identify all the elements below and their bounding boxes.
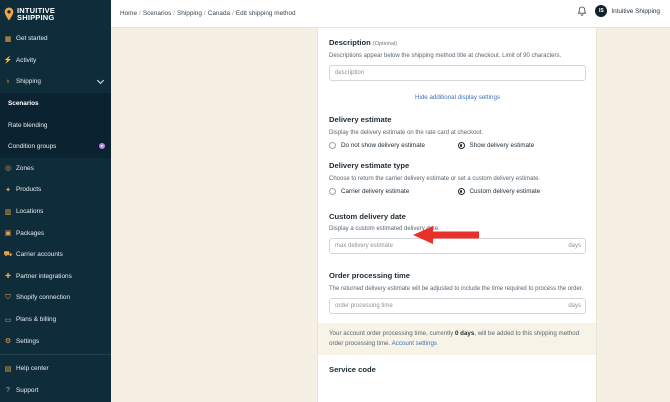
- user-name[interactable]: Intuitive Shipping: [611, 8, 660, 15]
- radio-selected-icon: [457, 142, 465, 149]
- radio-carrier-estimate[interactable]: Carrier delivery estimate: [329, 188, 458, 195]
- sidebar-item-rate-blending[interactable]: Rate blending: [0, 114, 111, 136]
- book-icon: ▤: [4, 365, 12, 373]
- dashboard-icon: ▦: [4, 35, 12, 43]
- sidebar-item-settings[interactable]: ⚙ Settings: [0, 330, 111, 352]
- building-icon: ▥: [4, 208, 12, 216]
- description-heading: Description (Optional): [329, 38, 398, 47]
- shopify-icon: ⛉: [5, 293, 11, 301]
- sidebar-item-packages[interactable]: ▣ Packages: [0, 222, 111, 244]
- annotation-arrow-icon: [413, 226, 479, 244]
- service-code-heading: Service code: [329, 365, 376, 374]
- avatar[interactable]: IS: [595, 5, 608, 17]
- days-suffix: days: [568, 303, 581, 309]
- sidebar-item-condition-groups[interactable]: Condition groups ●: [0, 135, 111, 158]
- sidebar-item-plans-billing[interactable]: ▭ Plans & billing: [0, 309, 111, 331]
- bell-icon[interactable]: [577, 6, 587, 16]
- logo-pin-icon: [4, 7, 14, 21]
- gift-icon: ✦: [5, 186, 11, 194]
- delivery-estimate-type-heading: Delivery estimate type: [329, 161, 410, 170]
- globe-icon: ◎: [4, 165, 12, 173]
- delivery-estimate-type-help: Choose to return the carrier delivery es…: [329, 176, 541, 182]
- account-settings-link[interactable]: Account settings: [392, 340, 437, 347]
- logo-text: INTUITIVE SHIPPING: [17, 5, 56, 22]
- description-help: Descriptions appear below the shipping m…: [329, 53, 562, 59]
- sidebar-item-partner-integrations[interactable]: ✚ Partner integrations: [0, 266, 111, 288]
- breadcrumb-home[interactable]: Home: [120, 10, 137, 17]
- top-right-controls: IS Intuitive Shipping: [577, 5, 660, 17]
- order-processing-time-input[interactable]: order processing time days: [329, 298, 586, 314]
- sidebar: INTUITIVE SHIPPING ▦ Get started ⚡ Activ…: [0, 0, 111, 402]
- breadcrumb-shipping[interactable]: Shipping: [177, 10, 202, 17]
- sidebar-bottom-nav: ▤ Help center ? Support: [0, 358, 111, 401]
- sidebar-item-activity[interactable]: ⚡ Activity: [0, 50, 111, 72]
- custom-delivery-date-heading: Custom delivery date: [329, 212, 406, 221]
- sidebar-item-shipping[interactable]: ♁ Shipping: [0, 71, 111, 93]
- delivery-estimate-heading: Delivery estimate: [329, 115, 392, 124]
- sidebar-item-get-started[interactable]: ▦ Get started: [0, 28, 111, 50]
- radio-circle-icon: [329, 188, 336, 195]
- radio-custom-estimate[interactable]: Custom delivery estimate: [457, 188, 587, 195]
- sidebar-item-carrier-accounts[interactable]: ⛟ Carrier accounts: [0, 244, 111, 266]
- order-processing-time-heading: Order processing time: [329, 271, 411, 280]
- sidebar-item-support[interactable]: ? Support: [0, 380, 111, 402]
- days-suffix: days: [568, 243, 581, 249]
- hide-display-settings-link[interactable]: Hide additional display settings: [329, 94, 586, 101]
- sidebar-item-help-center[interactable]: ▤ Help center: [0, 358, 111, 380]
- sidebar-divider: [0, 354, 111, 355]
- sidebar-item-scenarios[interactable]: Scenarios: [0, 92, 111, 115]
- sidebar-item-zones[interactable]: ◎ Zones: [0, 158, 111, 180]
- breadcrumb-current: Edit shipping method: [235, 10, 296, 17]
- breadcrumb-canada[interactable]: Canada: [208, 10, 230, 17]
- sidebar-item-locations[interactable]: ▥ Locations: [0, 201, 111, 223]
- truck-icon: ⛟: [3, 251, 13, 259]
- order-processing-time-help: The returned delivery estimate will be a…: [329, 286, 584, 292]
- new-badge-icon: ●: [99, 142, 105, 149]
- logo[interactable]: INTUITIVE SHIPPING: [0, 0, 111, 28]
- delivery-estimate-type-options: Carrier delivery estimate Custom deliver…: [329, 188, 586, 195]
- breadcrumb-scenarios[interactable]: Scenarios: [143, 10, 171, 17]
- activity-icon: ⚡: [3, 57, 13, 65]
- question-icon: ?: [6, 386, 10, 394]
- sidebar-item-shopify-connection[interactable]: ⛉ Shopify connection: [0, 287, 111, 309]
- card-icon: ▭: [4, 316, 12, 324]
- top-bar: Home / Scenarios / Shipping / Canada / E…: [111, 0, 670, 28]
- delivery-estimate-help: Display the delivery estimate on the rat…: [329, 130, 484, 136]
- lightbulb-icon: ♁: [5, 78, 11, 86]
- chevron-down-icon: [96, 77, 105, 85]
- radio-circle-icon: [329, 142, 336, 149]
- breadcrumb: Home / Scenarios / Shipping / Canada / E…: [120, 10, 296, 17]
- account-processing-note: Your account order processing time, curr…: [318, 323, 596, 355]
- radio-show-estimate[interactable]: Show delivery estimate: [457, 142, 587, 149]
- radio-selected-icon: [457, 188, 465, 195]
- radio-do-not-show-estimate[interactable]: Do not show delivery estimate: [329, 142, 458, 149]
- sidebar-nav: ▦ Get started ⚡ Activity ♁ Shipping Scen…: [0, 28, 111, 352]
- edit-shipping-method-card: Description (Optional) Descriptions appe…: [317, 28, 597, 402]
- delivery-estimate-options: Do not show delivery estimate Show deliv…: [329, 142, 586, 149]
- puzzle-icon: ✚: [5, 273, 11, 281]
- gear-icon: ⚙: [4, 338, 12, 346]
- description-input[interactable]: description: [329, 65, 586, 81]
- sidebar-item-products[interactable]: ✦ Products: [0, 179, 111, 201]
- package-icon: ▣: [4, 230, 12, 238]
